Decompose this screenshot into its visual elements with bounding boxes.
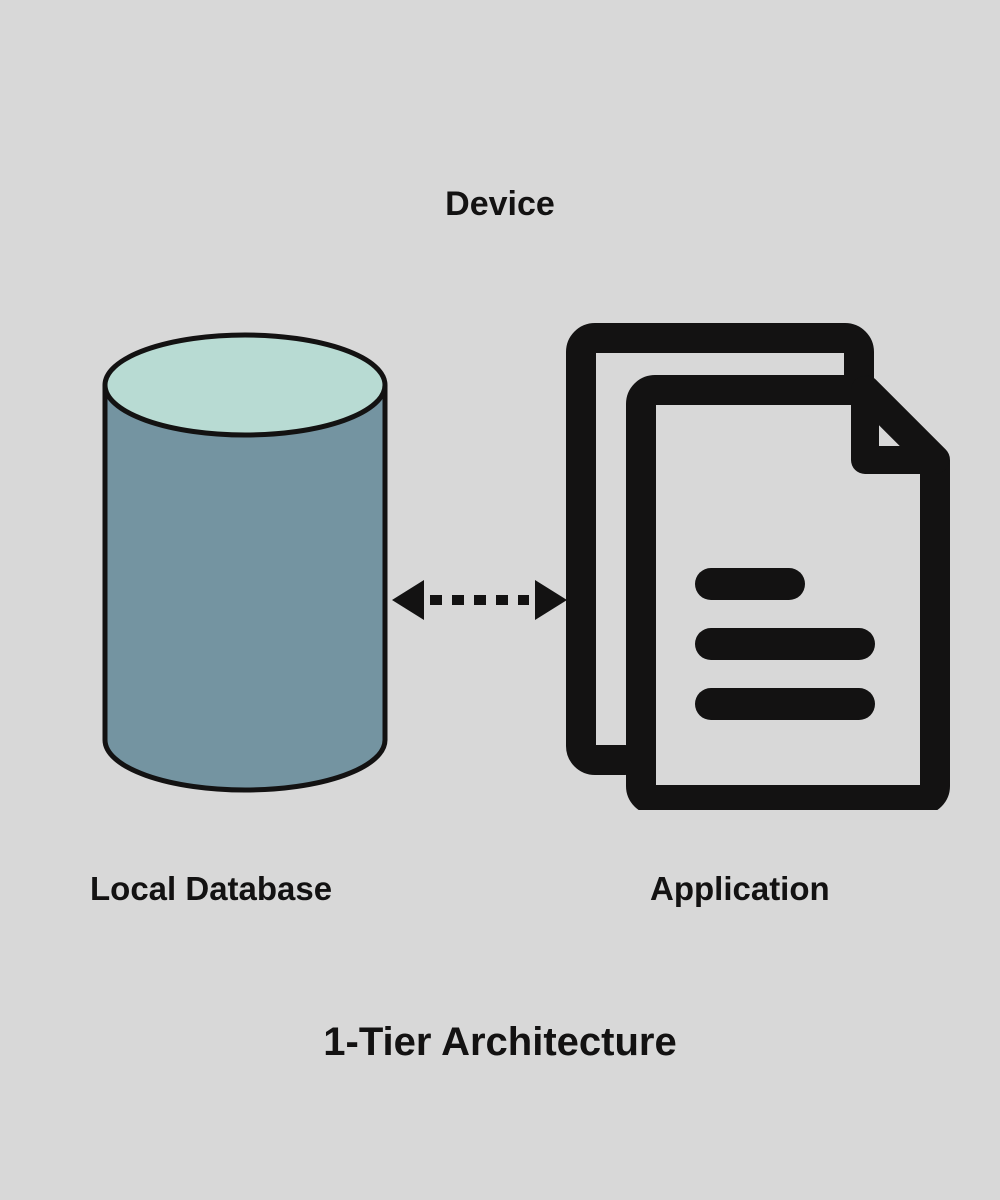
- local-database-label: Local Database: [90, 870, 332, 908]
- bidirectional-arrow-icon: [392, 570, 567, 630]
- diagram-caption: 1-Tier Architecture: [0, 1020, 1000, 1065]
- device-title: Device: [0, 185, 1000, 224]
- application-label: Application: [650, 870, 830, 908]
- documents-icon: [565, 320, 955, 810]
- database-icon: [95, 330, 395, 800]
